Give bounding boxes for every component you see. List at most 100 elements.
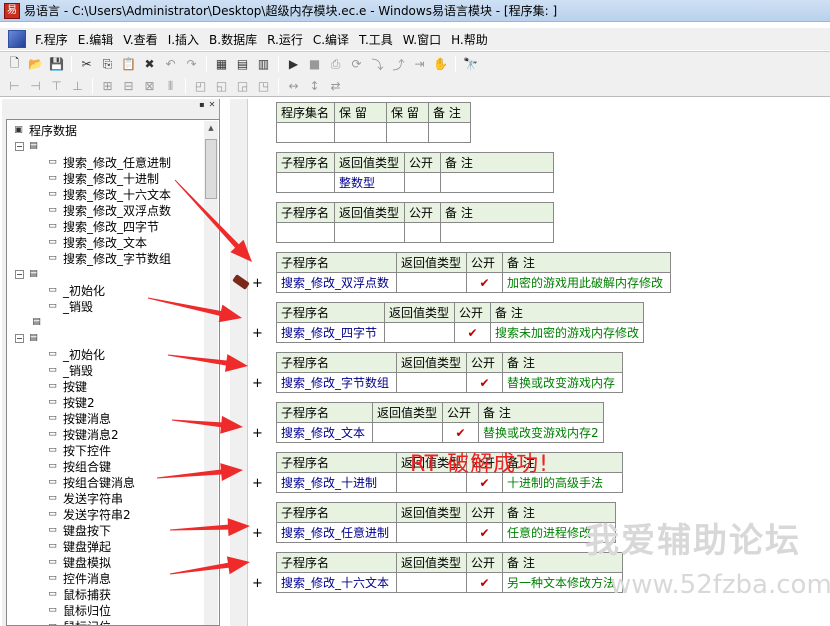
expand-plus-icon[interactable]: + [252,576,263,591]
tree-class-2[interactable]: − ▤ [15,330,44,346]
subroutine-name-cell[interactable]: 搜索_修改_双浮点数 [276,272,397,293]
step-out-icon[interactable]: ⤴ [388,54,409,74]
note-cell[interactable]: 另一种文本修改方法 [502,572,623,593]
bring-front-icon[interactable]: ◰ [190,76,211,96]
subroutine-header-cell[interactable]: 子程序名 [276,202,335,223]
tree-assembly-1[interactable]: − ▤ [15,138,44,154]
subroutine-header-cell[interactable]: 公开 [466,502,503,523]
tree-item[interactable]: ▭ 按键消息2 [45,426,118,442]
subroutine-header-cell[interactable]: 备 注 [489,302,645,323]
return-type-cell[interactable] [396,372,467,393]
expand-plus-icon[interactable]: + [252,526,263,541]
tree-item[interactable]: ▭ 搜索_修改_任意进制 [45,154,171,170]
layout-window-icon[interactable]: ▤ [232,54,253,74]
tree-item[interactable]: ▭ 发送字符串2 [45,506,130,522]
subroutine-header-cell[interactable]: 公开 [466,252,503,273]
subroutine-header-cell[interactable]: 子程序名 [276,552,397,573]
tree-item[interactable]: ▭ 发送字符串 [45,490,123,506]
tree-root[interactable]: ▣ 程序数据 [11,122,77,138]
expand-plus-icon[interactable]: + [252,376,263,391]
subroutine-header-cell[interactable]: 备 注 [502,352,623,373]
tree-item[interactable]: ▭ _初始化 [45,346,105,362]
return-type-cell[interactable] [396,522,467,543]
menu-help[interactable]: H.帮助 [446,31,493,48]
expand-plus-icon[interactable]: + [252,426,263,441]
panel-close-icon[interactable]: ✕ [207,100,217,110]
subroutine-header-cell[interactable]: 返回值类型 [396,252,467,273]
subroutine-name-cell[interactable]: 搜索_修改_任意进制 [276,522,397,543]
public-checkbox[interactable] [404,222,441,243]
same-size-icon[interactable]: ⊠ [139,76,160,96]
layout-grid-icon[interactable]: ▦ [211,54,232,74]
menu-database[interactable]: B.数据库 [204,31,262,48]
assembly-header-cell[interactable]: 保 留 [334,102,387,123]
collapse-toggle-icon[interactable]: − [15,269,24,279]
expand-plus-icon[interactable]: + [252,476,263,491]
note-cell[interactable]: 加密的游戏用此破解内存修改 [502,272,671,293]
tree-item[interactable]: ▭ _销毁 [45,298,93,314]
menu-view[interactable]: V.查看 [118,31,162,48]
tree-item[interactable]: ▭ 搜索_修改_字节数组 [45,250,171,266]
subroutine-header-cell[interactable]: 返回值类型 [396,502,467,523]
tree-item[interactable]: ▭ _初始化 [45,282,105,298]
align-center-icon[interactable]: ⊣ [25,76,46,96]
copy-icon[interactable]: ⎘ [97,54,118,74]
public-checkbox[interactable]: ✔ [454,322,491,343]
tree-class-1[interactable]: − ▤ [15,266,44,282]
subroutine-name-cell[interactable] [276,172,335,193]
public-checkbox[interactable]: ✔ [466,372,503,393]
subroutine-name-cell[interactable]: 搜索_修改_十六文本 [276,572,397,593]
align-left-icon[interactable]: ⊢ [4,76,25,96]
save-icon[interactable]: 💾 [46,54,67,74]
tree-item[interactable]: ▭ 按下控件 [45,442,111,458]
tree-item[interactable]: ▭ 按键消息 [45,410,111,426]
tree-item[interactable]: ▭ 搜索_修改_四字节 [45,218,159,234]
scroll-thumb[interactable] [205,139,217,199]
tree-item[interactable]: ▭ 搜索_修改_文本 [45,234,147,250]
new-file-icon[interactable]: 🗋 [4,54,25,74]
note-cell[interactable]: 替换或改变游戏内存2 [478,422,604,443]
menu-edit[interactable]: E.编辑 [73,31,118,48]
same-height-icon[interactable]: ⊟ [118,76,139,96]
step-into-icon[interactable]: ⟳ [346,54,367,74]
subroutine-name-cell[interactable]: 搜索_修改_十进制 [276,472,397,493]
cut-icon[interactable]: ✂ [76,54,97,74]
scroll-up-icon[interactable]: ▲ [204,121,218,135]
subroutine-header-cell[interactable]: 备 注 [478,402,604,423]
subroutine-header-cell[interactable]: 备 注 [440,202,554,223]
tree-assembly-2[interactable]: ▤ [29,314,47,330]
menu-run[interactable]: R.运行 [262,31,308,48]
subroutine-header-cell[interactable]: 子程序名 [276,452,397,473]
tree-scrollbar[interactable]: ▲ [204,121,218,625]
subroutine-name-cell[interactable]: 搜索_修改_字节数组 [276,372,397,393]
tree-item[interactable]: ▭ 键盘按下 [45,522,111,538]
subroutine-header-cell[interactable]: 返回值类型 [384,302,455,323]
menu-window[interactable]: W.窗口 [398,31,446,48]
panel-pin-icon[interactable]: ▪ [197,100,207,110]
tree-item[interactable]: ▭ 控件消息 [45,570,111,586]
tree-item[interactable]: ▭ 按键 [45,378,87,394]
tree-item[interactable]: ▭ 键盘模拟 [45,554,111,570]
assembly-value-cell[interactable] [334,122,387,143]
space-horizontal-icon[interactable]: ⫴ [160,76,181,96]
assembly-value-cell[interactable] [386,122,429,143]
binoculars-icon[interactable]: 🔭 [460,54,481,74]
note-cell[interactable] [440,172,554,193]
subroutine-header-cell[interactable]: 子程序名 [276,252,397,273]
menu-program[interactable]: F.程序 [30,31,73,48]
subroutine-header-cell[interactable]: 子程序名 [276,402,373,423]
tree-item[interactable]: ▭ 按组合键消息 [45,474,135,490]
public-checkbox[interactable] [404,172,441,193]
subroutine-header-cell[interactable]: 备 注 [502,252,671,273]
center-v-icon[interactable]: ◳ [253,76,274,96]
assembly-value-cell[interactable] [276,122,335,143]
subroutine-header-cell[interactable]: 公开 [454,302,491,323]
subroutine-name-cell[interactable]: 搜索_修改_文本 [276,422,373,443]
public-checkbox[interactable]: ✔ [442,422,479,443]
public-checkbox[interactable]: ✔ [466,272,503,293]
return-type-cell[interactable] [384,322,455,343]
menu-insert[interactable]: I.插入 [163,31,204,48]
tree-item[interactable]: ▭ 搜索_修改_十六文本 [45,186,171,202]
return-type-cell[interactable] [334,222,405,243]
subroutine-header-cell[interactable]: 备 注 [440,152,554,173]
